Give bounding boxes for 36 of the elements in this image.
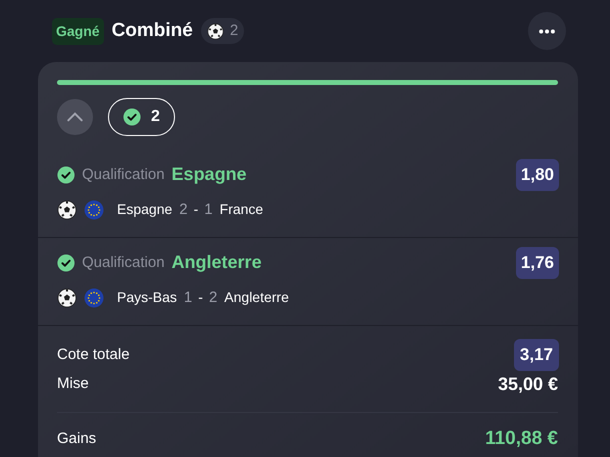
stake-label: Mise — [57, 374, 89, 394]
home-score: 1 — [184, 288, 192, 308]
home-team: Espagne — [117, 200, 172, 220]
soccer-ball-icon — [57, 200, 77, 220]
home-team: Pays-Bas — [117, 288, 177, 308]
pick-label: Espagne — [172, 163, 247, 186]
soccer-ball-icon — [206, 22, 224, 40]
away-team: France — [220, 200, 264, 220]
winnings-label: Gains — [57, 428, 96, 448]
won-count: 2 — [151, 107, 160, 127]
more-icon — [538, 28, 556, 34]
check-circle-icon — [123, 108, 141, 126]
away-team: Angleterre — [224, 288, 289, 308]
score-separator: - — [198, 288, 203, 308]
total-odds-label: Cote totale — [57, 344, 130, 364]
winnings-amount: 110,88 € — [485, 426, 558, 450]
home-score: 2 — [179, 200, 188, 220]
market-label: Qualification — [82, 252, 165, 272]
stake-amount: 35,00 € — [498, 372, 558, 396]
away-score: 1 — [204, 200, 213, 220]
bet-title: Combiné — [112, 18, 193, 43]
total-odds-badge: 3,17 — [514, 339, 559, 370]
soccer-ball-icon — [57, 288, 77, 308]
eu-flag-icon — [84, 200, 104, 220]
collapse-button[interactable] — [57, 99, 93, 135]
odds-badge: 1,80 — [516, 159, 559, 190]
more-button[interactable] — [528, 12, 566, 50]
score-separator: - — [194, 200, 198, 220]
status-badge: Gagné — [52, 18, 104, 44]
caret-icon — [66, 112, 84, 122]
away-score: 2 — [208, 288, 218, 308]
sport-count: 2 — [230, 20, 238, 41]
odds-badge: 1,76 — [516, 247, 559, 278]
pick-label: Angleterre — [172, 251, 262, 274]
eu-flag-icon — [84, 288, 104, 308]
market-label: Qualification — [82, 164, 165, 184]
